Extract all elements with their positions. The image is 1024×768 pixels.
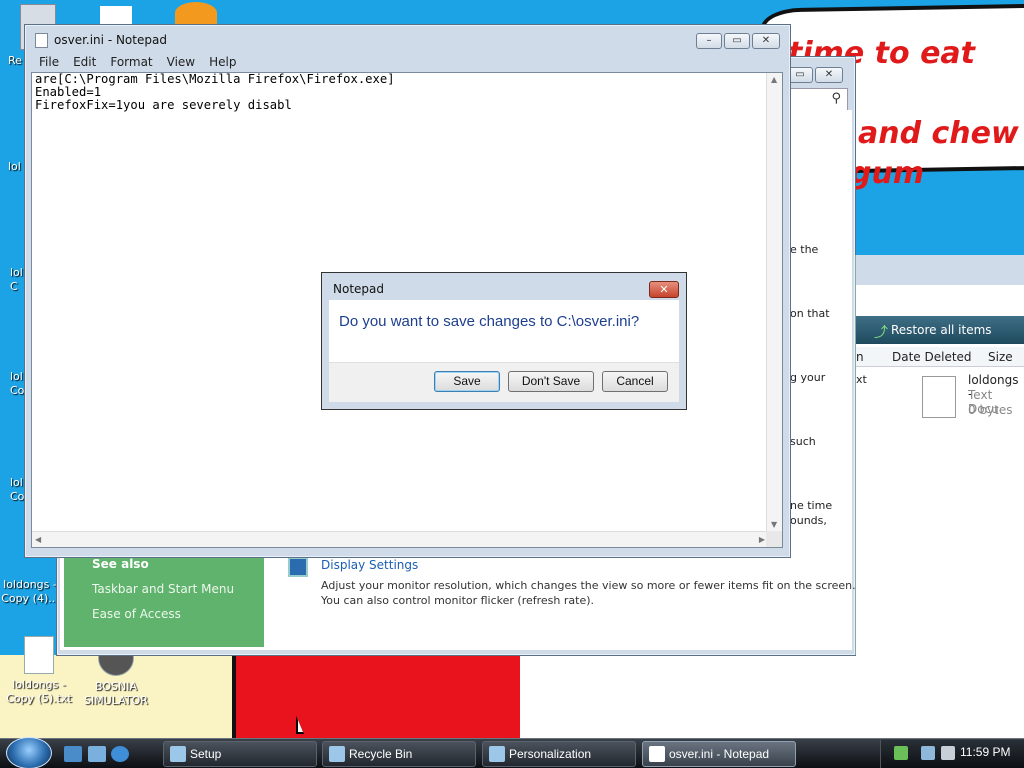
column-header-date-deleted[interactable]: Date Deleted xyxy=(892,350,972,364)
document-text[interactable]: are[C:\Program Files\Mozilla Firefox\Fir… xyxy=(35,73,395,112)
display-settings-description: You can also control monitor flicker (re… xyxy=(321,594,595,607)
menu-format[interactable]: Format xyxy=(110,55,152,69)
desktop-icon-label: loldongs - Copy (5).txt xyxy=(6,678,72,705)
text-fragment: ne time xyxy=(790,499,833,512)
document-desktop-icon[interactable] xyxy=(100,6,132,26)
cancel-button[interactable]: Cancel xyxy=(602,371,668,392)
network-tray-icon[interactable] xyxy=(894,746,908,760)
notepad-titlebar[interactable]: osver.ini - Notepad xyxy=(25,25,790,55)
clock[interactable]: 11:59 PM xyxy=(960,745,1010,759)
taskbar-start-menu-link[interactable]: Taskbar and Start Menu xyxy=(92,582,234,596)
maximize-button[interactable]: ▭ xyxy=(724,33,750,49)
deleted-file-size: 0 bytes xyxy=(968,403,1013,417)
save-button[interactable]: Save xyxy=(434,371,500,392)
ease-of-access-link[interactable]: Ease of Access xyxy=(92,607,181,621)
desktop-icon-label-fragment[interactable]: Re xyxy=(8,54,22,67)
monitor-icon xyxy=(288,557,308,577)
recycle-bin-toolbar: ⤴ Restore all items xyxy=(856,316,1024,344)
scroll-down-arrow-icon[interactable]: ▼ xyxy=(771,520,777,529)
close-button[interactable]: ✕ xyxy=(815,67,843,83)
dont-save-button[interactable]: Don't Save xyxy=(508,371,594,392)
volume-tray-icon[interactable] xyxy=(941,746,955,760)
taskbar-button-label: Setup xyxy=(190,747,222,761)
notepad-icon xyxy=(649,746,665,762)
internet-explorer-icon[interactable] xyxy=(111,746,129,762)
scroll-left-arrow-icon[interactable]: ◀ xyxy=(35,535,41,544)
notepad-icon xyxy=(35,32,48,48)
menu-help[interactable]: Help xyxy=(209,55,236,69)
see-also-pane: See also Taskbar and Start Menu Ease of … xyxy=(64,545,264,647)
dialog-message: Do you want to save changes to C:\osver.… xyxy=(339,313,640,330)
taskbar-button-recycle-bin[interactable]: Recycle Bin xyxy=(322,741,476,767)
desktop-icon-label-fragment[interactable]: lol xyxy=(8,160,21,173)
menu-view[interactable]: View xyxy=(167,55,195,69)
text-fragment: e the xyxy=(790,243,819,256)
taskbar-button-label: osver.ini - Notepad xyxy=(669,747,770,761)
search-box[interactable]: ⚲ xyxy=(790,88,848,112)
wallpaper-red-area xyxy=(232,655,520,740)
window-controls: – ▭ ✕ xyxy=(696,33,780,49)
text-file-icon xyxy=(922,376,956,418)
display-tray-icon[interactable] xyxy=(921,746,935,760)
start-button[interactable] xyxy=(6,737,52,768)
text-fragment: on that xyxy=(790,307,830,320)
desktop-icon-label: BOSNIA SIMULATOR xyxy=(84,680,148,707)
recycle-bin-icon xyxy=(329,746,345,762)
setup-icon xyxy=(170,746,186,762)
switch-windows-icon[interactable] xyxy=(88,746,106,762)
restore-all-items-button[interactable]: Restore all items xyxy=(891,323,992,337)
taskbar-button-notepad[interactable]: osver.ini - Notepad xyxy=(642,741,796,767)
dialog-title: Notepad xyxy=(333,282,384,296)
personalization-icon xyxy=(489,746,505,762)
menu-edit[interactable]: Edit xyxy=(73,55,96,69)
see-also-heading: See also xyxy=(92,557,149,571)
taskbar-button-personalization[interactable]: Personalization xyxy=(482,741,636,767)
vertical-scrollbar[interactable]: ▲ ▼ xyxy=(766,73,782,531)
search-icon: ⚲ xyxy=(831,91,841,106)
display-settings-description: Adjust your monitor resolution, which ch… xyxy=(321,579,856,592)
menu-bar: File Edit Format View Help xyxy=(25,52,790,72)
window-controls: ▭ ✕ xyxy=(787,67,843,83)
text-fragment: g your xyxy=(790,371,826,384)
text-fragment: xt xyxy=(856,373,867,386)
size-grip[interactable] xyxy=(766,531,782,547)
horizontal-scrollbar[interactable]: ◀ ▶ xyxy=(32,531,768,547)
restore-icon: ⤴ xyxy=(874,325,888,341)
column-header-row: n Date Deleted Size xyxy=(856,347,1024,367)
text-file-icon xyxy=(24,636,54,674)
minimize-button[interactable]: – xyxy=(696,33,722,49)
column-header-name[interactable]: n xyxy=(856,350,864,364)
dialog-close-button[interactable]: ✕ xyxy=(649,281,679,298)
column-header-size[interactable]: Size xyxy=(988,350,1013,364)
taskbar-button-setup[interactable]: Setup xyxy=(163,741,317,767)
desktop-icon-label-fragment[interactable]: lol Co xyxy=(10,476,24,504)
mouse-cursor-fill xyxy=(298,720,303,732)
desktop-icon-label: loldongs - Copy (4)... xyxy=(1,578,59,605)
scroll-up-arrow-icon[interactable]: ▲ xyxy=(771,75,777,84)
scroll-right-arrow-icon[interactable]: ▶ xyxy=(759,535,765,544)
dialog-body xyxy=(329,300,679,362)
display-settings-link[interactable]: Display Settings xyxy=(321,558,418,572)
menu-file[interactable]: File xyxy=(39,55,59,69)
window-title: osver.ini - Notepad xyxy=(54,33,167,47)
taskbar-button-label: Recycle Bin xyxy=(349,747,413,761)
recycle-bin-window[interactable] xyxy=(855,255,1024,655)
desktop-icon-loldongs-copy-4[interactable]: loldongs - Copy (4)... xyxy=(0,578,60,606)
show-desktop-icon[interactable] xyxy=(64,746,82,762)
firefox-desktop-icon[interactable] xyxy=(175,2,217,24)
desktop-icon-label-fragment[interactable]: lol C xyxy=(10,266,24,294)
wallpaper-white-area xyxy=(520,655,1024,740)
close-button[interactable]: ✕ xyxy=(752,33,780,49)
text-fragment: such xyxy=(790,435,816,448)
desktop-icon-label-fragment[interactable]: lol Co xyxy=(10,370,24,398)
recycle-bin-titlebar xyxy=(856,255,1024,285)
text-fragment: ounds, xyxy=(790,514,827,527)
taskbar-button-label: Personalization xyxy=(509,747,592,761)
